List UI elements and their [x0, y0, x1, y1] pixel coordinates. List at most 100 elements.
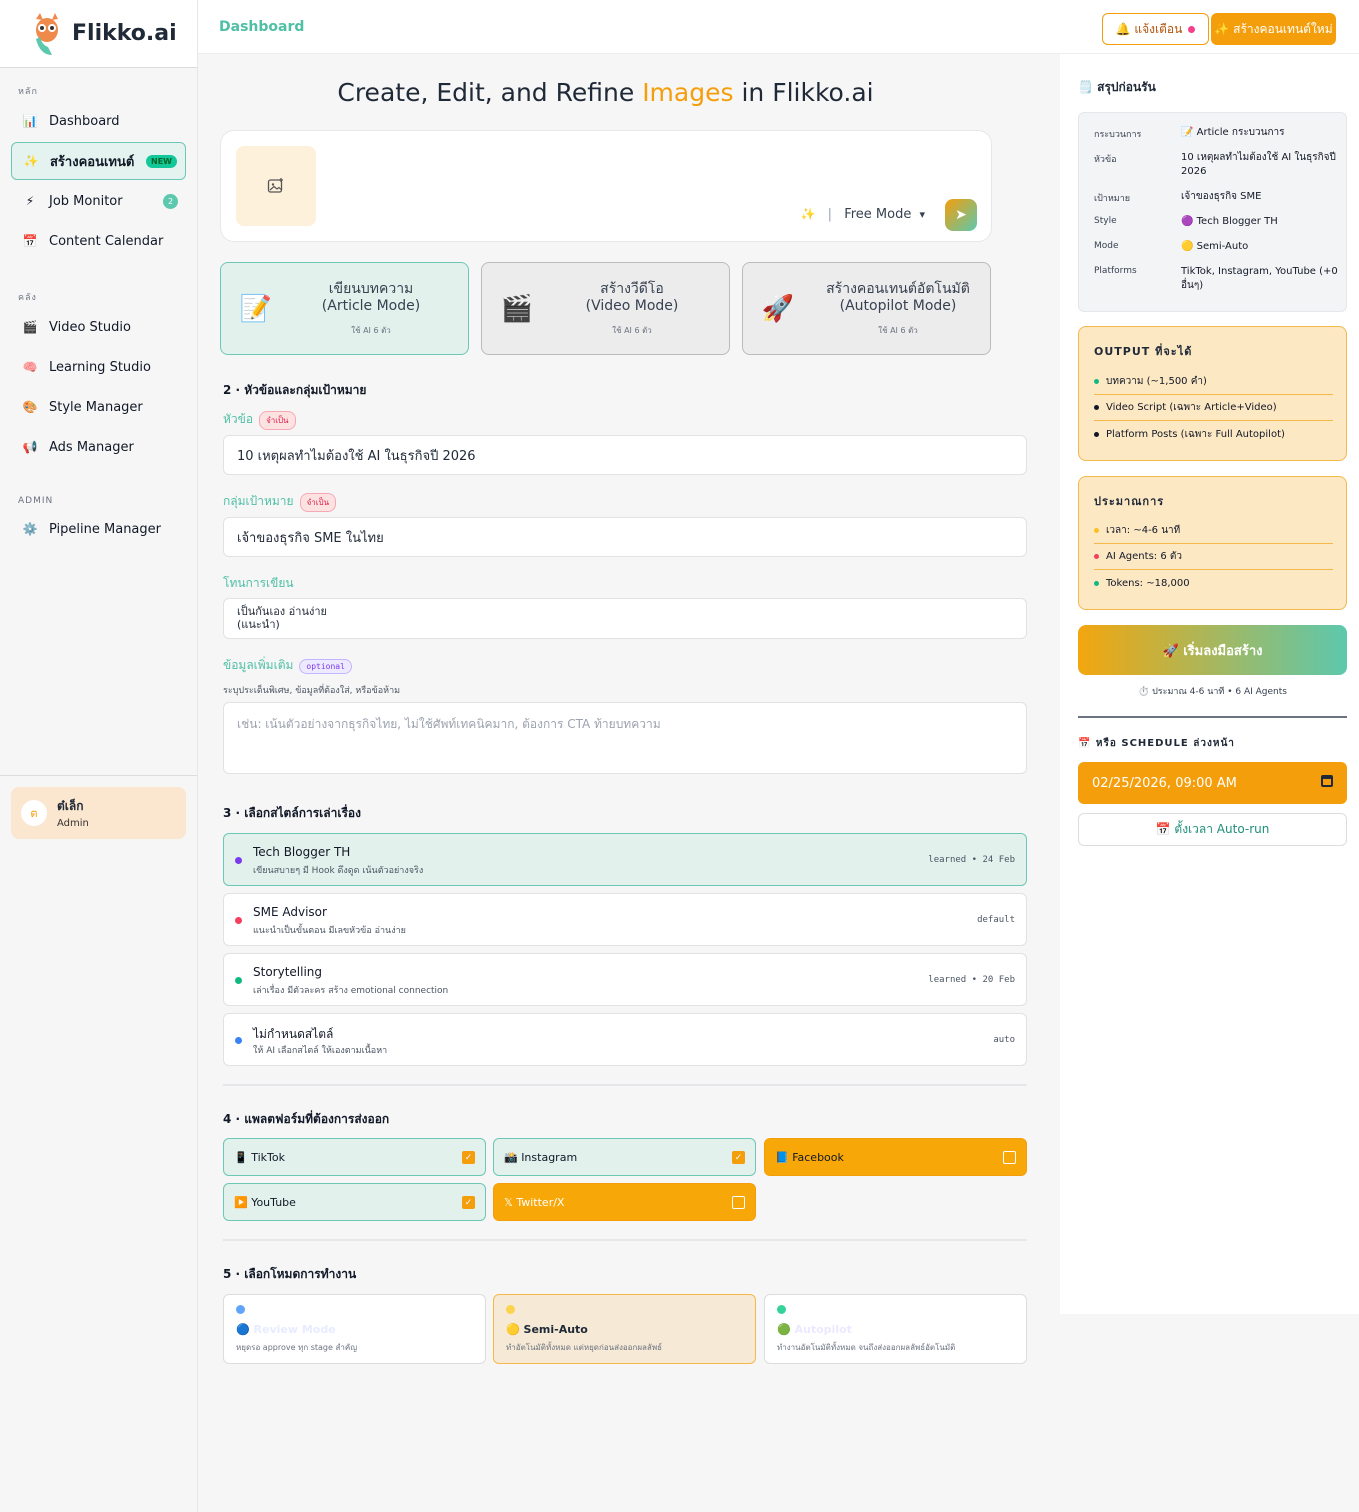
avatar: ต — [21, 800, 47, 826]
topic-input[interactable]: 10 เหตุผลทำไมต้องใช้ AI ในธุรกิจปี 2026 — [223, 435, 1027, 475]
style-tag: default — [977, 915, 1015, 925]
platform-facebook[interactable]: 📘 Facebook — [764, 1138, 1027, 1176]
sidebar-item-label: Style Manager — [49, 399, 143, 415]
output-text: Platform Posts (เฉพาะ Full Autopilot) — [1106, 428, 1285, 440]
sidebar-item-video-studio[interactable]: 🎬 Video Studio — [11, 308, 186, 346]
style-option-auto[interactable]: ไม่กำหนดสไตล์ ให้ AI เลือกสไตล์ ให้เองตา… — [223, 1013, 1027, 1066]
label-text: กลุ่มเป้าหมาย — [223, 494, 294, 508]
page-title: Create, Edit, and Refine Images in Flikk… — [198, 78, 1013, 107]
workmode-autopilot[interactable]: 🟢 Autopilot ทำงานอัตโนมัติทั้งหมด จนถึงส… — [764, 1294, 1027, 1364]
platform-tiktok[interactable]: 📱 TikTok ✓ — [223, 1138, 486, 1176]
summary-key: หัวข้อ — [1094, 155, 1117, 165]
style-option-tech-blogger[interactable]: Tech Blogger TH เขียนสบายๆ มี Hook ดึงดู… — [223, 833, 1027, 886]
sidebar-item-label: Ads Manager — [49, 439, 134, 455]
prompt-box[interactable]: ✨ | Free Mode ▾ ➤ — [220, 130, 992, 242]
nav-section-main: หลัก 📊 Dashboard ✨ สร้างคอนเทนต์ NEW ⚡ J… — [0, 84, 197, 260]
video-mode-card[interactable]: 🎬 สร้างวีดีโอ (Video Mode) ใช้ AI 6 ตัว — [481, 262, 730, 355]
section-topic-heading: 2 · หัวข้อและกลุ่มเป้าหมาย — [223, 383, 367, 397]
mode-subtitle: (Autopilot Mode) — [839, 297, 957, 314]
style-name: Tech Blogger TH — [253, 845, 351, 859]
summary-value: 📝 Article กระบวนการ — [1181, 127, 1285, 138]
summary-box: กระบวนการ 📝 Article กระบวนการ หัวข้อ 10 … — [1078, 112, 1347, 312]
brand-logo[interactable]: Flikko.ai — [0, 0, 197, 68]
workmode-desc: หยุดรอ approve ทุก stage สำคัญ — [236, 1343, 358, 1352]
extra-textarea[interactable]: เช่น: เน้นตัวอย่างจากธุรกิจไทย, ไม่ใช้ศั… — [223, 702, 1027, 774]
mode-selector[interactable]: ✨ | Free Mode ▾ — [801, 207, 925, 222]
sidebar-item-dashboard[interactable]: 📊 Dashboard — [11, 102, 186, 140]
user-card[interactable]: ต ต๋เล็ก Admin — [11, 787, 186, 839]
mode-note: ใช้ AI 6 ตัว — [351, 325, 391, 335]
checkbox-empty-icon[interactable] — [1003, 1151, 1016, 1164]
user-role: Admin — [57, 818, 89, 829]
sidebar-item-style-manager[interactable]: 🎨 Style Manager — [11, 388, 186, 426]
notification-dot-icon — [1188, 25, 1196, 33]
workmode-semi-auto[interactable]: 🟡 Semi-Auto ทำอัตโนมัติทั้งหมด แต่หยุดก่… — [493, 1294, 756, 1364]
audience-label: กลุ่มเป้าหมาย จำเป็น — [223, 492, 337, 512]
sidebar-item-pipeline-manager[interactable]: ⚙️ Pipeline Manager — [11, 510, 186, 548]
summary-key: เป้าหมาย — [1094, 194, 1131, 204]
style-option-sme-advisor[interactable]: SME Advisor แนะนำเป็นขั้นตอน มีเลขหัวข้อ… — [223, 893, 1027, 946]
summary-value: 10 เหตุผลทำไมต้องใช้ AI ในธุรกิจปี 2026 — [1181, 152, 1336, 177]
sidebar: Flikko.ai หลัก 📊 Dashboard ✨ สร้างคอนเทน… — [0, 0, 198, 1512]
notifications-button[interactable]: 🔔 แจ้งเตือน — [1102, 13, 1209, 45]
output-item: Video Script (เฉพาะ Article+Video) — [1094, 395, 1333, 421]
platform-label: 𝕏 Twitter/X — [504, 1195, 565, 1209]
send-button[interactable]: ➤ — [945, 199, 977, 231]
sidebar-item-create-content[interactable]: ✨ สร้างคอนเทนต์ NEW — [11, 142, 186, 180]
checkbox-empty-icon[interactable] — [732, 1196, 745, 1209]
autopilot-mode-card[interactable]: 🚀 สร้างคอนเทนต์อัตโนมัติ (Autopilot Mode… — [742, 262, 991, 355]
separator: | — [827, 207, 833, 222]
tone-select[interactable]: เป็นกันเอง อ่านง่าย (แนะนำ) — [223, 598, 1027, 639]
breadcrumb[interactable]: Dashboard — [219, 19, 304, 35]
divider — [223, 1239, 1027, 1241]
checkbox-checked-icon[interactable]: ✓ — [732, 1151, 745, 1164]
memo-icon: 📝 — [239, 293, 273, 324]
calendar-icon[interactable] — [1321, 775, 1333, 787]
mode-subtitle: (Video Mode) — [585, 297, 679, 314]
sidebar-item-learning-studio[interactable]: 🧠 Learning Studio — [11, 348, 186, 386]
user-name: ต๋เล็ก — [57, 799, 84, 813]
checkbox-checked-icon[interactable]: ✓ — [462, 1151, 475, 1164]
nav-section-label: หลัก — [18, 87, 38, 97]
style-option-storytelling[interactable]: Storytelling เล่าเรื่อง มีตัวละคร สร้าง … — [223, 953, 1027, 1006]
style-name: SME Advisor — [253, 905, 327, 919]
article-mode-card[interactable]: 📝 เขียนบทความ (Article Mode) ใช้ AI 6 ตั… — [220, 262, 469, 355]
workmode-review[interactable]: 🔵 Review Mode หยุดรอ approve ทุก stage ส… — [223, 1294, 486, 1364]
lightning-icon: ⚡ — [25, 194, 35, 208]
summary-key: กระบวนการ — [1094, 130, 1142, 140]
image-upload-button[interactable] — [236, 146, 316, 226]
create-content-button[interactable]: ✨ สร้างคอนเทนต์ใหม่ — [1211, 13, 1336, 45]
platform-label: ▶️ YouTube — [234, 1195, 296, 1209]
workmode-name: 🔵 Review Mode — [236, 1323, 336, 1336]
platform-youtube[interactable]: ▶️ YouTube ✓ — [223, 1183, 486, 1221]
style-dot-icon — [235, 917, 242, 924]
rocket-icon: 🚀 — [761, 293, 795, 324]
mode-title: เขียนบทความ — [328, 280, 414, 297]
audience-input[interactable]: เจ้าของธุรกิจ SME ในไทย — [223, 517, 1027, 557]
autorun-button[interactable]: 📅 ตั้งเวลา Auto-run — [1078, 813, 1347, 846]
sidebar-item-label: Dashboard — [49, 113, 120, 129]
mode-dot-icon — [236, 1305, 245, 1314]
platform-instagram[interactable]: 📸 Instagram ✓ — [493, 1138, 756, 1176]
new-badge: NEW — [146, 154, 177, 168]
platform-label: 📸 Instagram — [504, 1150, 578, 1164]
summary-key: Style — [1094, 216, 1117, 226]
sidebar-item-job-monitor[interactable]: ⚡ Job Monitor 2 — [11, 182, 186, 220]
output-item: Platform Posts (เฉพาะ Full Autopilot) — [1094, 421, 1333, 447]
checkbox-checked-icon[interactable]: ✓ — [462, 1196, 475, 1209]
mode-title: สร้างคอนเทนต์อัตโนมัติ — [826, 280, 970, 297]
label-text: หัวข้อ — [223, 412, 254, 426]
magic-wand-icon[interactable]: ✨ — [801, 207, 816, 221]
start-button[interactable]: 🚀 เริ่มลงมือสร้าง — [1078, 625, 1347, 675]
estimate-item: AI Agents: 6 ตัว — [1094, 544, 1333, 570]
mode-subtitle: (Article Mode) — [321, 297, 421, 314]
divider — [1078, 716, 1347, 718]
sidebar-item-ads-manager[interactable]: 📢 Ads Manager — [11, 428, 186, 466]
owl-logo-icon — [30, 11, 64, 57]
topic-label: หัวข้อ จำเป็น — [223, 410, 296, 430]
schedule-datetime-input[interactable]: 02/25/2026, 09:00 AM — [1078, 762, 1347, 804]
style-dot-icon — [235, 1037, 242, 1044]
platform-twitter[interactable]: 𝕏 Twitter/X — [493, 1183, 756, 1221]
sidebar-item-content-calendar[interactable]: 📅 Content Calendar — [11, 222, 186, 260]
summary-title: 🗒️ สรุปก่อนรัน — [1078, 80, 1156, 94]
